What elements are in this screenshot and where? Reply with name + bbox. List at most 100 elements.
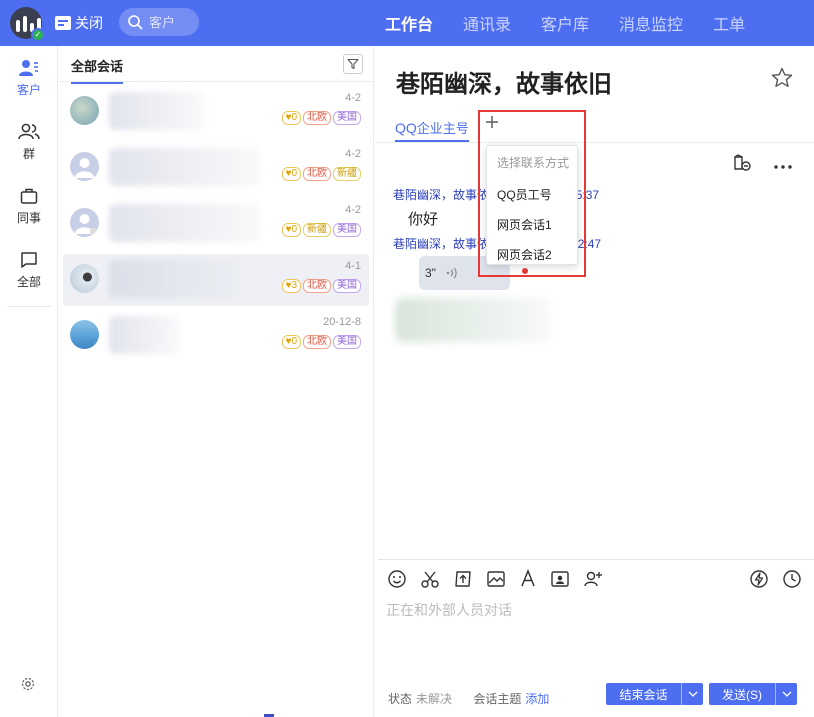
top-bar: ✓ 关闭 工作台 通讯录 客户库 消息监控 工单 <box>0 0 814 46</box>
send-button[interactable]: 发送(S) <box>709 683 797 705</box>
close-chat-icon <box>55 16 71 30</box>
voice-wave-icon <box>446 267 457 279</box>
chat-title: 巷陌幽深，故事依旧 <box>396 71 612 98</box>
rail-label-group: 群 <box>22 146 35 161</box>
voice-duration: 3" <box>425 266 436 280</box>
nav-message-monitor[interactable]: 消息监控 <box>619 11 683 35</box>
session-list-pane: 全部会话 4-2 ♥0 北欧 美国 4-2 ♥0 北欧 新疆 4-2 ♥0 新疆… <box>59 46 374 717</box>
redacted-session-info <box>109 260 239 298</box>
chevron-down-icon <box>688 691 697 697</box>
group-icon <box>18 123 40 139</box>
chat-pane: 巷陌幽深，故事依旧 QQ企业主号 巷陌幽深，故事依 9:25:37 你好 巷陌幽深… <box>375 46 814 717</box>
top-search[interactable] <box>119 8 199 36</box>
send-options-dropdown[interactable] <box>775 683 797 705</box>
font-button[interactable] <box>519 568 537 592</box>
rail-label-all: 全部 <box>16 274 41 289</box>
session-row[interactable]: 4-2 ♥0 新疆 美国 <box>63 198 369 250</box>
rail-item-all[interactable]: 全部 <box>0 238 58 302</box>
add-topic-link[interactable]: 添加 <box>525 692 549 706</box>
tag-region: 北欧 <box>303 279 331 293</box>
tabs-divider <box>375 142 814 143</box>
nav-ticket[interactable]: 工单 <box>713 11 745 35</box>
tag-region: 北欧 <box>303 111 331 125</box>
annotation-highlight <box>478 110 586 277</box>
session-list-header: 全部会话 <box>59 46 373 84</box>
default-avatar-icon <box>75 158 94 178</box>
status-value[interactable]: 未解决 <box>416 692 452 706</box>
nav-contacts[interactable]: 通讯录 <box>463 11 511 35</box>
tag-country: 美国 <box>333 223 361 237</box>
rail-label-customer: 客户 <box>16 82 41 97</box>
favorite-button[interactable] <box>770 66 794 93</box>
scissors-icon <box>421 571 439 588</box>
close-label: 关闭 <box>75 15 103 31</box>
message-sender: 巷陌幽深，故事依 <box>393 188 490 202</box>
upload-file-icon <box>455 571 471 587</box>
online-check-icon: ✓ <box>31 28 45 42</box>
composer-toolbar <box>387 568 603 592</box>
session-tags: ♥0 新疆 美国 <box>281 223 361 237</box>
chevron-down-icon <box>782 691 791 697</box>
filter-button[interactable] <box>343 54 363 74</box>
lightning-icon <box>750 570 768 588</box>
app-logo[interactable]: ✓ <box>10 7 45 42</box>
image-icon <box>487 571 505 587</box>
session-date: 20-12-8 <box>323 316 361 328</box>
history-button[interactable] <box>782 569 802 592</box>
rail-item-colleague[interactable]: 同事 <box>0 174 58 238</box>
tag-region: 北欧 <box>303 335 331 349</box>
chat-bubble-icon <box>21 251 37 268</box>
close-button[interactable]: 关闭 <box>55 13 103 33</box>
transfer-button[interactable] <box>732 154 752 175</box>
star-icon <box>771 67 793 87</box>
avatar <box>70 264 99 293</box>
search-input[interactable] <box>149 14 189 30</box>
rail-item-customer[interactable]: 客户 <box>0 46 58 110</box>
invite-button[interactable] <box>583 569 603 592</box>
filter-icon <box>347 58 359 70</box>
tag-level: ♥0 <box>281 111 301 125</box>
message-sender: 巷陌幽深，故事依 <box>393 237 490 251</box>
session-tags: ♥0 北欧 新疆 <box>281 167 361 181</box>
session-date: 4-2 <box>345 92 361 104</box>
image-button[interactable] <box>486 569 506 592</box>
session-row[interactable]: 4-2 ♥0 北欧 美国 <box>63 86 369 138</box>
session-tags: ♥0 北欧 美国 <box>281 335 361 349</box>
session-row-active[interactable]: 4-1 ♥3 北欧 美国 <box>63 254 369 306</box>
file-upload-button[interactable] <box>453 569 473 592</box>
redacted-session-info <box>109 204 259 242</box>
message-input[interactable] <box>386 600 806 660</box>
nav-workbench[interactable]: 工作台 <box>385 11 433 35</box>
tab-qq-enterprise[interactable]: QQ企业主号 <box>395 118 469 142</box>
briefcase-icon <box>20 188 38 204</box>
rail-settings-button[interactable] <box>20 676 36 695</box>
tag-region: 北欧 <box>303 167 331 181</box>
tag-region-2: 新疆 <box>333 167 361 181</box>
end-session-button[interactable]: 结束会话 <box>606 683 703 705</box>
more-dots-icon <box>774 164 792 169</box>
rail-label-colleague: 同事 <box>16 210 41 225</box>
tag-level: ♥0 <box>281 335 301 349</box>
avatar <box>70 320 99 349</box>
tag-level: ♥0 <box>281 223 301 237</box>
rail-divider <box>6 306 51 307</box>
nav-customer-base[interactable]: 客户库 <box>541 11 589 35</box>
send-label: 发送(S) <box>722 687 762 702</box>
end-session-dropdown[interactable] <box>681 683 703 705</box>
font-icon <box>521 568 535 587</box>
session-row[interactable]: 20-12-8 ♥0 北欧 美国 <box>63 310 369 362</box>
contact-card-button[interactable] <box>550 569 570 592</box>
rail-item-group[interactable]: 群 <box>0 110 58 174</box>
emoji-button[interactable] <box>387 569 407 592</box>
redacted-session-info <box>109 316 179 354</box>
session-row[interactable]: 4-2 ♥0 北欧 新疆 <box>63 142 369 194</box>
more-button[interactable] <box>774 158 792 172</box>
composer-right-tools <box>749 569 802 592</box>
tag-country: 美国 <box>333 279 361 293</box>
quick-reply-button[interactable] <box>749 569 769 592</box>
screenshot-button[interactable] <box>420 569 440 592</box>
tab-all-sessions[interactable]: 全部会话 <box>71 56 124 84</box>
tag-region: 新疆 <box>303 223 331 237</box>
tab-suffix: 企业主号 <box>416 121 469 136</box>
session-date: 4-2 <box>345 204 361 216</box>
